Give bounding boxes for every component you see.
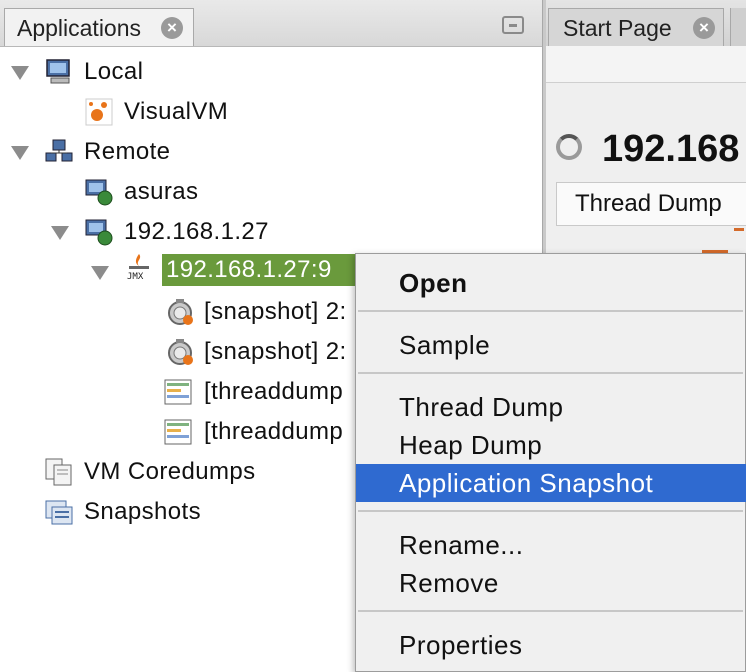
jmx-tab[interactable] [730,8,746,46]
menu-item-rename[interactable]: Rename... [356,526,746,564]
editor-tab-strip: Start Page × [546,0,746,46]
thread-dump-subtab[interactable]: Thread Dump [556,182,746,226]
tree-node-remote[interactable]: Remote [84,138,170,166]
snapshot-icon [168,339,193,365]
menu-item-remove-label: Remove [399,568,499,598]
jmx-icon: JMX [127,254,149,280]
expand-triangle-icon[interactable] [11,66,29,80]
applications-tab[interactable]: Applications × [4,8,194,46]
menu-item-sample-label: Sample [399,330,491,360]
context-menu: Open Sample Thread Dump Heap Dump Applic… [355,253,746,672]
expand-triangle-icon[interactable] [11,146,29,160]
editor-toolbar [546,46,746,83]
menu-item-open[interactable]: Open [356,264,746,302]
tree-node-jmx-app[interactable]: 192.168.1.27:9 [162,254,355,286]
menu-separator [358,510,743,512]
minimize-icon[interactable] [502,16,524,34]
menu-item-remove[interactable]: Remove [356,564,746,602]
close-icon[interactable]: × [161,17,183,39]
threaddump-icon [164,379,192,405]
computer-icon [46,59,70,84]
menu-item-heap-dump[interactable]: Heap Dump [356,426,746,464]
tree-node-asuras[interactable]: asuras [124,178,198,206]
tree-node-snapshots[interactable]: Snapshots [84,498,201,526]
expand-triangle-icon[interactable] [91,266,109,280]
start-page-tab[interactable]: Start Page × [548,8,724,46]
menu-item-application-snapshot-label: Application Snapshot [399,468,654,498]
tree-node-visualvm[interactable]: VisualVM [124,98,228,126]
menu-separator [358,310,743,312]
tree-node-threaddump[interactable]: [threaddump [204,418,343,446]
tree-node-snapshot[interactable]: [snapshot] 2: [204,298,347,326]
svg-text:JMX: JMX [127,272,144,280]
tree-node-vm-coredumps[interactable]: VM Coredumps [84,458,256,486]
tree-node-host[interactable]: 192.168.1.27 [124,218,269,246]
visualvm-icon [85,98,113,126]
menu-item-open-label: Open [399,268,468,298]
tree-node-local[interactable]: Local [84,58,143,86]
menu-item-application-snapshot[interactable]: Application Snapshot [356,464,746,502]
menu-item-rename-label: Rename... [399,530,524,560]
remote-host-icon [85,219,113,246]
tree-node-threaddump[interactable]: [threaddump [204,378,343,406]
menu-separator [358,610,743,612]
snapshots-icon [45,500,73,525]
expand-triangle-icon[interactable] [51,226,69,240]
tree-node-snapshot[interactable]: [snapshot] 2: [204,338,347,366]
start-page-tab-title: Start Page [563,15,672,41]
menu-item-sample[interactable]: Sample [356,326,746,364]
coredumps-icon [45,458,72,486]
menu-item-thread-dump[interactable]: Thread Dump [356,388,746,426]
applications-tab-strip: Applications × [0,0,542,47]
remote-host-icon [85,179,113,206]
network-icon [45,139,73,162]
menu-item-heap-dump-label: Heap Dump [399,430,543,460]
snapshot-icon [168,299,193,325]
menu-item-properties-label: Properties [399,630,523,660]
content-fragment [734,228,744,231]
thread-dump-subtab-label: Thread Dump [575,190,722,217]
loading-spinner-icon [556,134,582,160]
menu-separator [358,372,743,374]
close-icon[interactable]: × [693,17,715,39]
applications-tab-title: Applications [17,15,142,41]
menu-item-properties[interactable]: Properties [356,626,746,664]
threaddump-icon [164,419,192,445]
menu-item-thread-dump-label: Thread Dump [399,392,564,422]
content-title: 192.168 [602,128,740,170]
